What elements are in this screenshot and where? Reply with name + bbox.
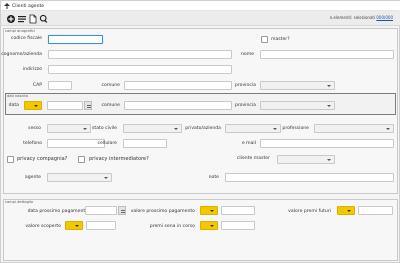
valore-prossimo-pagamento-label: valore prossimo pagamento (130, 209, 195, 214)
document-icon (29, 14, 37, 24)
master-checkbox[interactable] (261, 36, 268, 43)
telefono-label: telefono (23, 141, 42, 146)
agente-select[interactable] (47, 173, 112, 182)
chevron-down-icon (34, 104, 38, 107)
cognome-azienda-input[interactable] (48, 50, 232, 59)
chevron-down-icon (327, 104, 331, 107)
chevron-down-icon (386, 127, 390, 130)
data-prossimo-pagamento-input[interactable] (85, 206, 117, 215)
privacy-intermediatore-label: privacy intermediatore? (89, 156, 149, 162)
cliente-master-label: cliente master (236, 156, 270, 161)
selection-status-text: n.elementi: selezionati (329, 15, 376, 20)
document-button[interactable] (27, 13, 37, 24)
calendar-icon (120, 208, 125, 213)
privato-azienda-label: privato/azienda (185, 126, 221, 131)
codice-fiscale-input[interactable] (48, 35, 103, 44)
sesso-select[interactable] (47, 124, 91, 133)
nascita-data-input[interactable] (47, 101, 83, 110)
indirizzo-input[interactable] (48, 65, 232, 74)
cellulare-label: cellulare (97, 141, 117, 146)
telefono-input[interactable] (47, 139, 105, 148)
chevron-down-icon (83, 127, 87, 130)
chevron-down-icon (273, 127, 277, 130)
agente-label: agente (24, 175, 41, 180)
privacy-intermediatore-checkbox[interactable] (78, 156, 85, 163)
privacy-compagnia-checkbox[interactable] (7, 156, 14, 163)
nascita-legend: dati nascita (7, 93, 28, 98)
chevron-down-icon (174, 127, 178, 130)
nascita-provincia-label: provincia (234, 103, 256, 108)
selection-status: n.elementi: selezionati 000/000 (330, 15, 393, 20)
dettaglio-legend: campi dettaglio (5, 199, 34, 204)
window-title: Clienti agente (12, 3, 45, 9)
valore-scoperto-label: valore scoperto (25, 224, 61, 229)
search-button[interactable] (38, 13, 48, 23)
cap-label: CAP (32, 83, 42, 88)
main-window: Clienti agente n.elementi: selezionati 0… (0, 0, 400, 263)
indirizzo-label: indirizzo (22, 67, 42, 72)
stato-civile-select[interactable] (123, 124, 182, 133)
nascita-data-format-select[interactable] (24, 101, 42, 110)
note-label: note (208, 175, 219, 180)
data-prossimo-pagamento-label: data prossimo pagamento (27, 209, 88, 214)
stato-civile-label: stato civile (92, 126, 117, 131)
premi-sena-in-corso-input[interactable] (221, 221, 255, 230)
chevron-down-icon (210, 209, 214, 212)
comune-label: comune (101, 83, 120, 88)
selection-count[interactable]: 000/000 (376, 15, 393, 20)
chevron-down-icon (75, 224, 79, 227)
valore-scoperto-input[interactable] (86, 221, 116, 230)
nascita-comune-input[interactable] (124, 101, 232, 110)
valore-premi-futuri-input[interactable] (358, 206, 393, 215)
valore-premi-futuri-currency-select[interactable] (337, 206, 355, 215)
cellulare-input[interactable] (123, 139, 167, 148)
note-input[interactable] (225, 173, 394, 182)
chevron-down-icon (327, 84, 331, 87)
master-label: master? (271, 37, 290, 42)
sesso-label: sesso (28, 126, 41, 131)
add-icon (7, 15, 15, 23)
premi-sena-in-corso-label: premi sena in corso (149, 224, 195, 229)
list-icon (18, 16, 26, 23)
calendar-icon (86, 103, 91, 108)
privato-azienda-select[interactable] (225, 124, 281, 133)
nascita-provincia-select[interactable] (260, 101, 335, 110)
title-bar: Clienti agente (1, 1, 400, 11)
email-input[interactable] (260, 139, 394, 148)
add-button[interactable] (5, 13, 15, 23)
valore-premi-futuri-label: valore premi futuri (288, 209, 331, 214)
comune-input[interactable] (124, 81, 232, 90)
nome-input[interactable] (260, 50, 394, 59)
privacy-compagnia-label: privacy compagnia? (17, 156, 68, 162)
nascita-calendar-button[interactable] (84, 101, 92, 110)
cliente-master-select[interactable] (277, 155, 335, 164)
codice-fiscale-label: codice fiscale (10, 36, 42, 41)
list-button[interactable] (16, 13, 26, 23)
professione-label: professione (282, 126, 309, 131)
chevron-down-icon (104, 176, 108, 179)
premi-sena-in-corso-currency-select[interactable] (200, 221, 218, 230)
nascita-comune-label: comune (101, 103, 120, 108)
valore-prossimo-pagamento-currency-select[interactable] (200, 206, 218, 215)
valore-scoperto-currency-select[interactable] (65, 221, 83, 230)
dettaglio-calendar-button[interactable] (118, 206, 126, 215)
chevron-down-icon (327, 158, 331, 161)
app-icon (4, 3, 10, 11)
anagrafica-legend: campi anagrafici (5, 28, 35, 33)
chevron-down-icon (210, 224, 214, 227)
cognome-azienda-label: cognome/azienda (1, 52, 42, 57)
nome-label: nome (240, 52, 254, 57)
search-icon (39, 14, 48, 23)
provincia-select[interactable] (260, 81, 335, 90)
nascita-data-label: data (8, 103, 19, 108)
professione-select[interactable] (314, 124, 394, 133)
chevron-down-icon (347, 209, 351, 212)
provincia-label: provincia (234, 83, 256, 88)
email-label: e mail (241, 141, 256, 146)
cap-input[interactable] (48, 81, 72, 90)
valore-prossimo-pagamento-input[interactable] (221, 206, 255, 215)
